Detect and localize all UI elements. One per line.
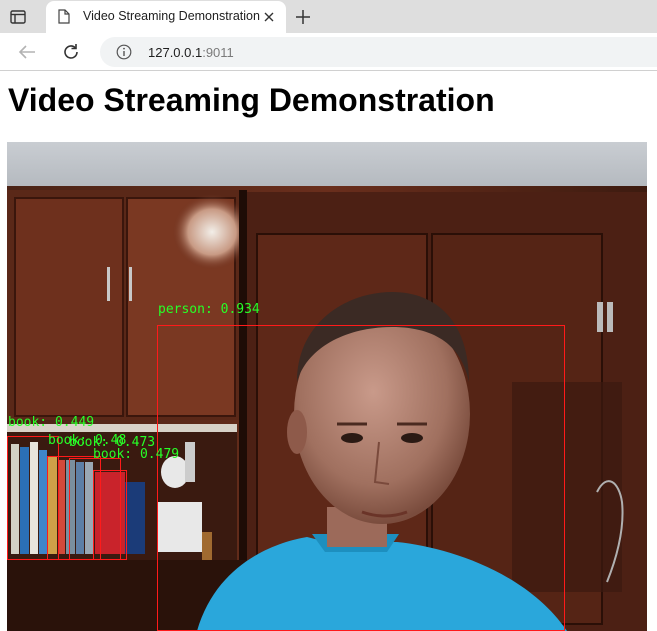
detection-label: book: 0.449 (8, 415, 95, 430)
reload-icon[interactable] (59, 40, 83, 64)
book-bounding-box-4 (93, 470, 127, 560)
tab-actions-icon[interactable] (8, 7, 28, 27)
page-icon (58, 9, 70, 29)
detection-label: book: 0.48 (48, 433, 127, 448)
tab-bar: Video Streaming Demonstration (0, 0, 657, 33)
new-tab-icon[interactable] (292, 6, 314, 28)
browser-toolbar: 127.0.0.1:9011 (0, 33, 657, 71)
page-title: Video Streaming Demonstration (8, 82, 495, 118)
close-tab-icon[interactable] (260, 8, 278, 26)
url-port: :9011 (202, 45, 234, 60)
detection-label: person: 0.934 (158, 302, 260, 317)
person-bounding-box (157, 325, 565, 631)
url-text: 127.0.0.1:9011 (148, 45, 234, 60)
active-tab[interactable]: Video Streaming Demonstration (46, 1, 286, 33)
video-stream: person: 0.934 book: 0.449 book: 0.473 bo… (7, 142, 647, 631)
back-arrow-icon[interactable] (15, 40, 39, 64)
info-icon[interactable] (116, 44, 132, 65)
detection-label: book: 0.479 (93, 447, 180, 462)
tab-title: Video Streaming Demonstration (83, 9, 260, 23)
address-bar[interactable]: 127.0.0.1:9011 (100, 37, 657, 67)
url-host: 127.0.0.1 (148, 45, 203, 60)
